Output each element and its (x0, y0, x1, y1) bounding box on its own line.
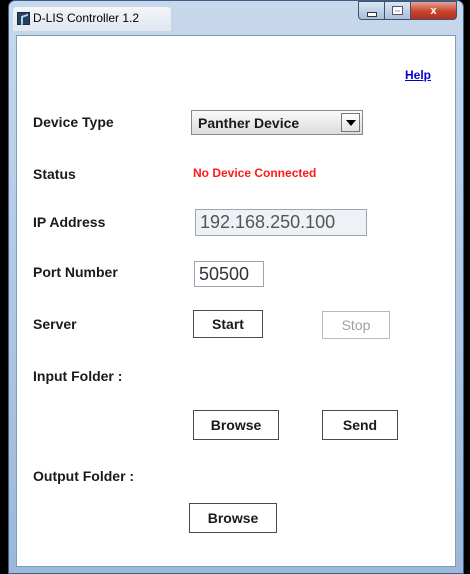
ip-address-field[interactable]: 192.168.250.100 (195, 209, 367, 236)
help-link[interactable]: Help (405, 68, 431, 82)
input-folder-label: Input Folder : (33, 368, 123, 384)
device-type-select[interactable]: Panther Device (191, 110, 363, 135)
maximize-icon (392, 6, 403, 15)
chevron-down-icon[interactable] (341, 113, 360, 132)
server-label: Server (33, 316, 77, 332)
app-icon[interactable] (17, 12, 30, 25)
start-button[interactable]: Start (193, 310, 263, 338)
title-bar[interactable]: D-LIS Controller 1.2 x (9, 1, 463, 35)
minimize-button[interactable] (358, 1, 385, 20)
app-window: D-LIS Controller 1.2 x Help Device Type … (8, 0, 464, 574)
client-area: Help Device Type Panther Device Status N… (16, 35, 456, 567)
ip-address-label: IP Address (33, 214, 106, 230)
status-label: Status (33, 166, 76, 182)
device-type-value: Panther Device (198, 115, 300, 131)
send-button[interactable]: Send (322, 410, 398, 440)
output-folder-label: Output Folder : (33, 468, 135, 484)
port-number-field[interactable]: 50500 (194, 261, 264, 287)
close-icon: x (430, 4, 437, 17)
caption-buttons: x (358, 1, 457, 21)
status-value: No Device Connected (193, 166, 317, 180)
maximize-button[interactable] (385, 1, 411, 20)
device-type-label: Device Type (33, 114, 114, 130)
stop-button[interactable]: Stop (322, 311, 390, 339)
minimize-icon (366, 11, 377, 17)
output-browse-button[interactable]: Browse (189, 503, 277, 533)
port-number-label: Port Number (33, 264, 118, 280)
window-title: D-LIS Controller 1.2 (33, 11, 140, 25)
close-button[interactable]: x (411, 1, 457, 20)
input-browse-button[interactable]: Browse (193, 410, 279, 440)
